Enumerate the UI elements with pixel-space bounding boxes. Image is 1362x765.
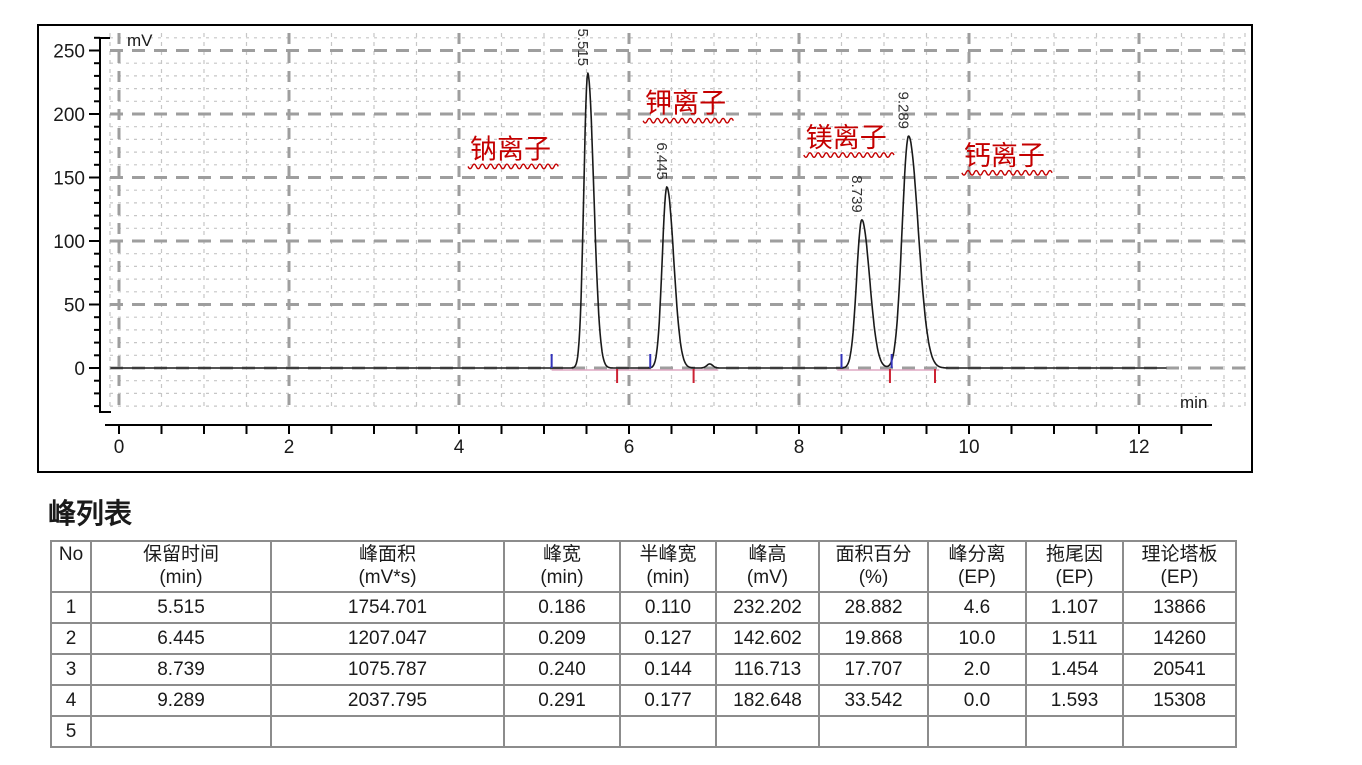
x-tick-label: 2 (284, 437, 295, 458)
table-cell: 0.144 (620, 654, 716, 685)
table-cell: 6.445 (91, 623, 271, 654)
table-cell: 232.202 (716, 592, 819, 623)
peak-table-row: 49.2892037.7950.2910.177182.64833.5420.0… (51, 685, 1236, 716)
peak-table-row: 5 (51, 716, 1236, 747)
table-cell (1026, 716, 1123, 747)
peak-rt-label: 9.289 (895, 91, 912, 129)
table-cell: 19.868 (819, 623, 928, 654)
table-cell: 9.289 (91, 685, 271, 716)
table-cell: 1207.047 (271, 623, 504, 654)
table-cell: 2.0 (928, 654, 1026, 685)
y-tick-label: 200 (53, 105, 85, 126)
x-tick-label: 0 (114, 437, 125, 458)
ion-annotation: 镁离子 (806, 123, 887, 154)
table-cell: 13866 (1123, 592, 1236, 623)
ion-annotation: 钙离子 (964, 141, 1045, 172)
table-cell (91, 716, 271, 747)
table-cell: 182.648 (716, 685, 819, 716)
col-header-5: 峰高(mV) (716, 541, 819, 592)
table-cell: 0.209 (504, 623, 620, 654)
col-header-4: 半峰宽(min) (620, 541, 716, 592)
x-tick-label: 8 (794, 437, 805, 458)
table-cell: 4 (51, 685, 91, 716)
col-header-9: 理论塔板(EP) (1123, 541, 1236, 592)
table-cell: 2037.795 (271, 685, 504, 716)
table-cell: 20541 (1123, 654, 1236, 685)
table-cell: 0.186 (504, 592, 620, 623)
y-tick-label: 0 (74, 359, 85, 380)
table-cell: 1754.701 (271, 592, 504, 623)
table-cell: 142.602 (716, 623, 819, 654)
y-tick-label: 150 (53, 169, 85, 190)
table-cell (928, 716, 1026, 747)
table-cell: 2 (51, 623, 91, 654)
x-unit-label: min (1180, 393, 1207, 412)
table-cell: 8.739 (91, 654, 271, 685)
x-tick-label: 4 (454, 437, 465, 458)
table-cell: 0.240 (504, 654, 620, 685)
table-cell (819, 716, 928, 747)
x-tick-label: 10 (958, 437, 979, 458)
col-header-8: 拖尾因(EP) (1026, 541, 1123, 592)
peak-table-row: 26.4451207.0470.2090.127142.60219.86810.… (51, 623, 1236, 654)
table-cell: 14260 (1123, 623, 1236, 654)
peak-list-title: 峰列表 (48, 492, 132, 532)
col-header-7: 峰分离(EP) (928, 541, 1026, 592)
x-tick-label: 12 (1128, 437, 1149, 458)
table-cell: 28.882 (819, 592, 928, 623)
col-header-0: No (51, 541, 91, 592)
peak-rt-label: 6.445 (653, 142, 670, 180)
peak-rt-label: 8.739 (848, 175, 865, 213)
peak-table-row: 38.7391075.7870.2400.144116.71317.7072.0… (51, 654, 1236, 685)
table-cell: 0.0 (928, 685, 1026, 716)
table-cell: 0.127 (620, 623, 716, 654)
table-cell: 1075.787 (271, 654, 504, 685)
table-cell: 5 (51, 716, 91, 747)
chromatography-report: { "chart_data": { "type": "line", "title… (0, 0, 1362, 765)
y-tick-label: 50 (64, 296, 85, 317)
x-tick-label: 6 (624, 437, 635, 458)
table-cell: 1.454 (1026, 654, 1123, 685)
table-cell: 1.511 (1026, 623, 1123, 654)
table-cell (271, 716, 504, 747)
table-cell: 33.542 (819, 685, 928, 716)
table-cell: 3 (51, 654, 91, 685)
table-cell (1123, 716, 1236, 747)
table-cell: 1 (51, 592, 91, 623)
table-cell: 116.713 (716, 654, 819, 685)
table-cell (504, 716, 620, 747)
y-tick-label: 250 (53, 42, 85, 63)
table-cell: 17.707 (819, 654, 928, 685)
col-header-1: 保留时间(min) (91, 541, 271, 592)
chromatogram-plot: 0 50 100 150 200 250 mV 0 2 4 6 8 10 12 min 5.515 6.445 8… (39, 26, 1251, 471)
col-header-3: 峰宽(min) (504, 541, 620, 592)
signal-trace (111, 73, 1167, 368)
chromatogram-frame: 0 50 100 150 200 250 mV 0 2 4 6 8 10 12 min 5.515 6.445 8… (37, 24, 1253, 473)
peak-rt-label: 5.515 (574, 29, 591, 67)
table-cell: 0.110 (620, 592, 716, 623)
col-header-2: 峰面积(mV*s) (271, 541, 504, 592)
table-cell: 0.177 (620, 685, 716, 716)
table-cell: 4.6 (928, 592, 1026, 623)
ion-annotation: 钾离子 (645, 89, 726, 120)
peak-table: No保留时间(min)峰面积(mV*s)峰宽(min)半峰宽(min)峰高(mV… (50, 540, 1237, 748)
table-cell: 1.107 (1026, 592, 1123, 623)
y-tick-label: 100 (53, 232, 85, 253)
table-cell: 5.515 (91, 592, 271, 623)
peak-table-header-row: No保留时间(min)峰面积(mV*s)峰宽(min)半峰宽(min)峰高(mV… (51, 541, 1236, 592)
col-header-6: 面积百分(%) (819, 541, 928, 592)
y-unit-label: mV (127, 31, 153, 50)
table-cell: 0.291 (504, 685, 620, 716)
peak-table-row: 15.5151754.7010.1860.110232.20228.8824.6… (51, 592, 1236, 623)
table-cell: 10.0 (928, 623, 1026, 654)
table-cell (716, 716, 819, 747)
table-cell: 15308 (1123, 685, 1236, 716)
table-cell: 1.593 (1026, 685, 1123, 716)
ion-annotation: 钠离子 (470, 134, 551, 165)
table-cell (620, 716, 716, 747)
